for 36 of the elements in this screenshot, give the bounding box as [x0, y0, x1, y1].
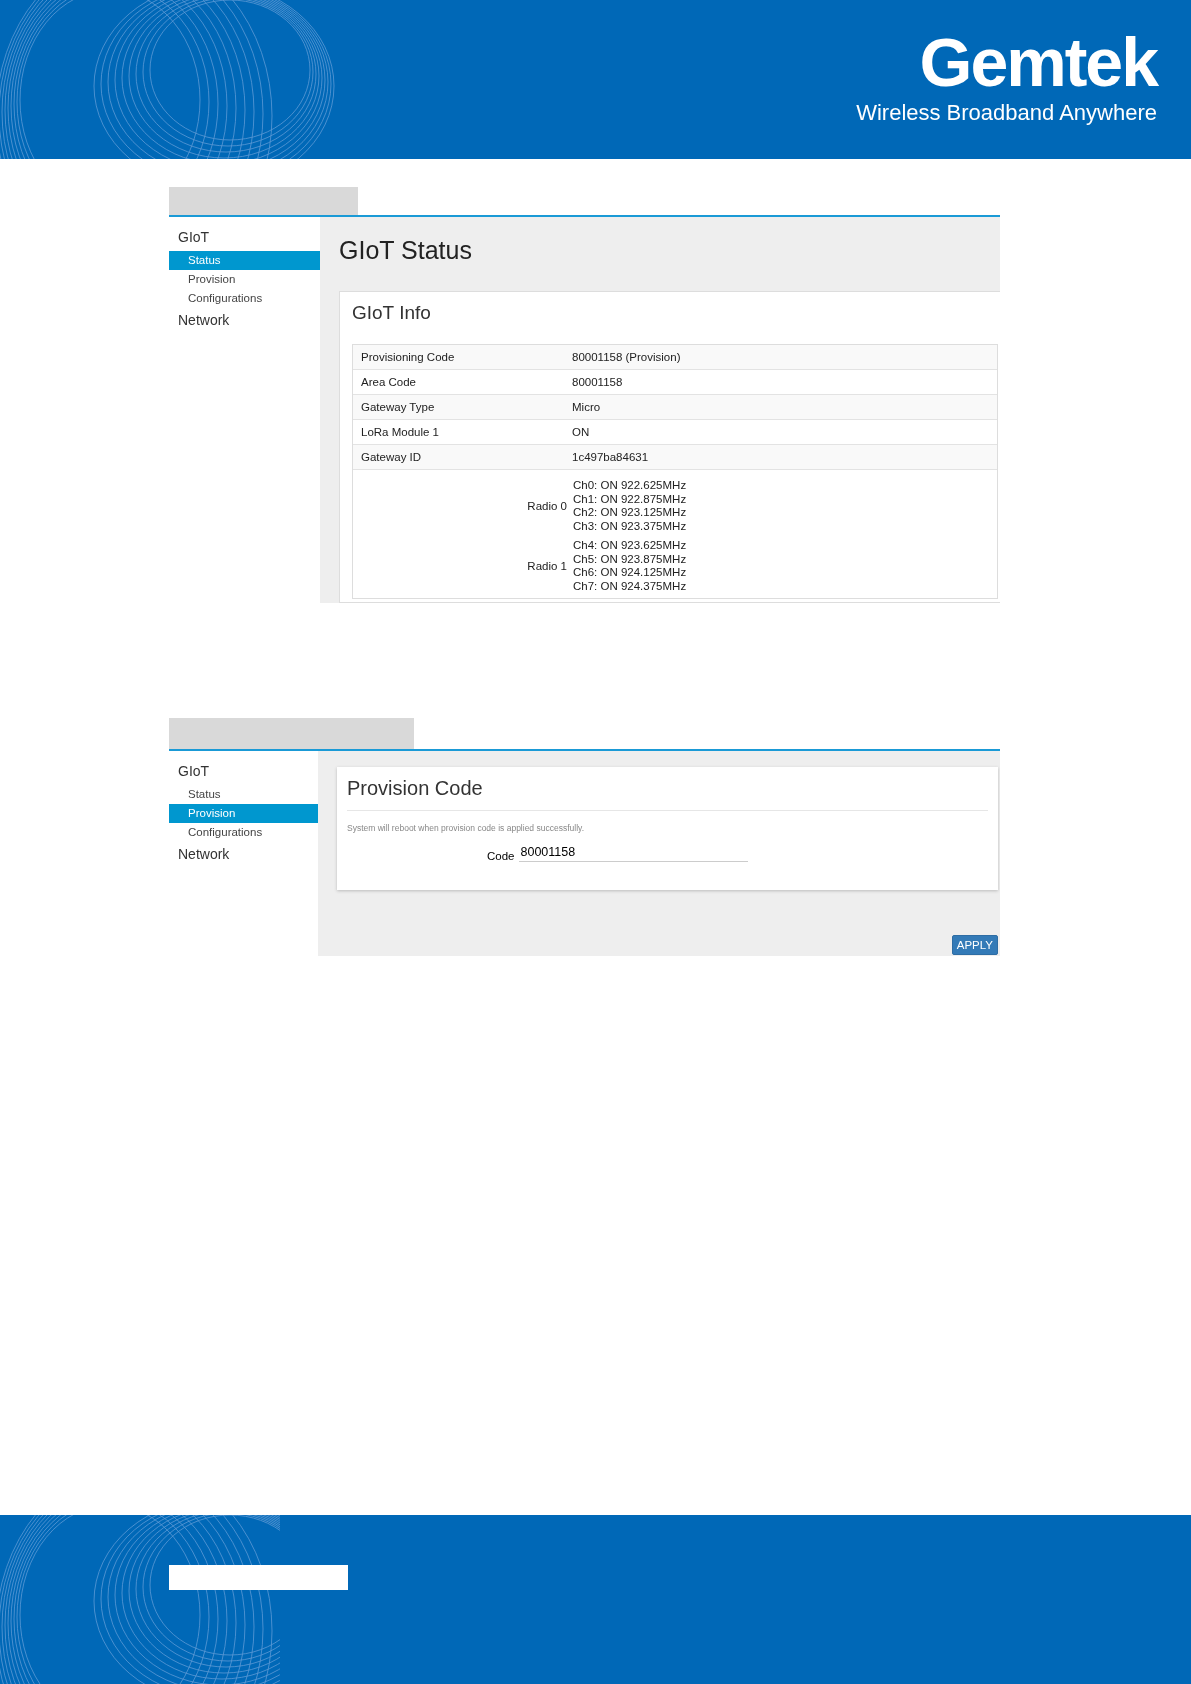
row-label: Provisioning Code: [360, 351, 456, 363]
channel-status: Ch6: ON 924.125MHz: [573, 566, 688, 580]
page-title: GIoT Status: [338, 235, 473, 266]
nav-item[interactable]: Configurations: [169, 289, 320, 308]
row-value: 80001158 (Provision): [571, 351, 682, 363]
channel-status: Ch1: ON 922.875MHz: [573, 492, 688, 506]
row-value: 80001158: [571, 376, 624, 388]
nav-group[interactable]: Network: [169, 842, 318, 868]
nav-item[interactable]: Status: [169, 785, 318, 804]
field-label: Code: [487, 850, 515, 862]
row-label: Gateway ID: [360, 451, 423, 463]
row-value: Micro: [571, 401, 602, 413]
tagline: Wireless Broadband Anywhere: [856, 100, 1157, 126]
channel-status: Ch7: ON 924.375MHz: [573, 579, 688, 593]
channel-status: Ch3: ON 923.375MHz: [573, 519, 688, 533]
row-label: Area Code: [360, 376, 417, 388]
row-label: LoRa Module 1: [360, 426, 440, 438]
nav-group[interactable]: Network: [169, 308, 320, 334]
brand-logo: Gemtek: [919, 26, 1157, 98]
radio-label: Radio 1: [526, 560, 568, 572]
channel-status: Ch4: ON 923.625MHz: [573, 539, 688, 553]
apply-button[interactable]: APPLY: [951, 935, 998, 955]
panel-title: GIoT Info: [352, 302, 432, 324]
reboot-note: System will reboot when provision code is applied successfully.: [347, 823, 585, 833]
channel-status: Ch2: ON 923.125MHz: [573, 506, 688, 520]
channel-status: Ch5: ON 923.875MHz: [573, 552, 688, 566]
nav-item[interactable]: Configurations: [169, 823, 318, 842]
radio-label: Radio 0: [526, 500, 568, 512]
row-value: 1c497ba84631: [571, 451, 650, 463]
channel-status: Ch0: ON 922.625MHz: [573, 479, 688, 493]
nav-group[interactable]: GIoT: [169, 759, 318, 785]
row-label: Gateway Type: [360, 401, 436, 413]
nav-group[interactable]: GIoT: [169, 225, 320, 251]
row-value: ON: [571, 426, 591, 438]
panel-title: Provision Code: [347, 777, 988, 811]
nav-item[interactable]: Provision: [169, 270, 320, 289]
